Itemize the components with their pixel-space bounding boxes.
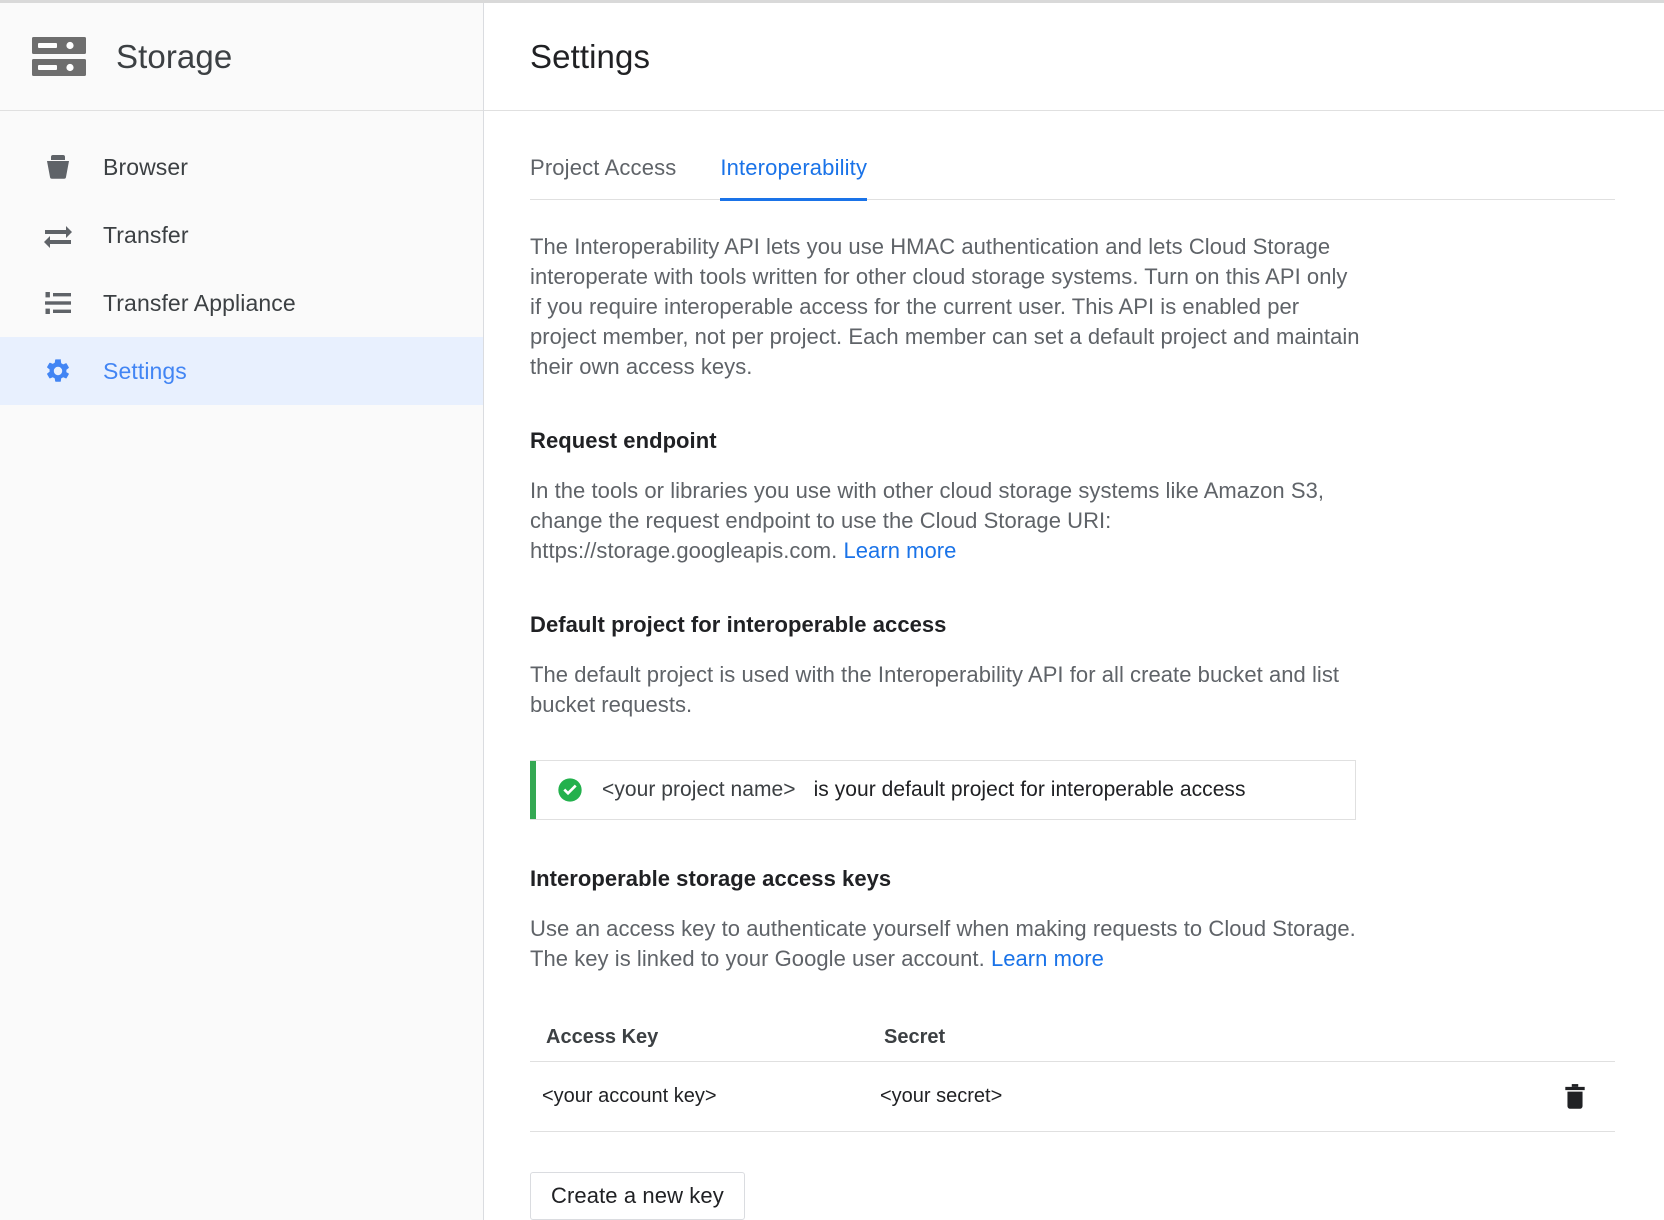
- column-header-access-key: Access Key: [546, 1026, 884, 1049]
- table-header-row: Access Key Secret: [530, 1014, 1615, 1062]
- default-project-banner: <your project name> is your default proj…: [530, 760, 1356, 820]
- default-project-title: Default project for interoperable access: [530, 612, 1618, 638]
- access-keys-body: Use an access key to authenticate yourse…: [530, 914, 1360, 974]
- gear-icon: [41, 354, 75, 388]
- request-endpoint-title: Request endpoint: [530, 428, 1618, 454]
- column-header-secret: Secret: [884, 1026, 1535, 1049]
- storage-icon: [30, 29, 88, 85]
- sidebar-item-browser[interactable]: Browser: [0, 133, 483, 201]
- create-new-key-button[interactable]: Create a new key: [530, 1172, 745, 1220]
- banner-message: is your default project for interoperabl…: [814, 778, 1246, 802]
- bucket-icon: [41, 150, 75, 184]
- table-row: <your account key> <your secret>: [530, 1062, 1615, 1132]
- main-header: Settings: [484, 3, 1664, 111]
- sidebar-item-transfer-appliance[interactable]: Transfer Appliance: [0, 269, 483, 337]
- transfer-arrows-icon: [41, 218, 75, 252]
- banner-accent-bar: [530, 761, 536, 819]
- intro-paragraph: The Interoperability API lets you use HM…: [530, 232, 1360, 382]
- tab-bar: Project Access Interoperability: [530, 111, 1615, 200]
- cell-actions: [1535, 1080, 1615, 1114]
- sidebar-item-label: Transfer Appliance: [103, 290, 296, 317]
- default-project-body: The default project is used with the Int…: [530, 660, 1360, 720]
- page-title: Settings: [530, 38, 650, 76]
- access-keys-learn-more-link[interactable]: Learn more: [991, 946, 1104, 971]
- access-keys-title: Interoperable storage access keys: [530, 866, 1618, 892]
- sidebar-item-transfer[interactable]: Transfer: [0, 201, 483, 269]
- access-keys-table: Access Key Secret <your account key> <yo…: [530, 1014, 1615, 1132]
- sidebar-item-label: Transfer: [103, 222, 189, 249]
- access-keys-text: Use an access key to authenticate yourse…: [530, 916, 1356, 971]
- tab-interoperability[interactable]: Interoperability: [720, 155, 867, 201]
- sidebar-nav: Browser Transfer: [0, 111, 483, 405]
- sidebar: Storage Browser Tr: [0, 3, 484, 1220]
- tab-project-access[interactable]: Project Access: [530, 155, 676, 201]
- main-panel: Settings Project Access Interoperability…: [484, 3, 1664, 1220]
- cell-secret: <your secret>: [880, 1085, 1535, 1108]
- app-root: Storage Browser Tr: [0, 0, 1664, 1220]
- settings-content: The Interoperability API lets you use HM…: [484, 232, 1664, 1220]
- banner-project-name: <your project name>: [602, 778, 796, 802]
- check-circle-icon: [556, 776, 584, 804]
- product-title: Storage: [116, 38, 232, 76]
- cell-access-key: <your account key>: [542, 1085, 880, 1108]
- trash-icon[interactable]: [1558, 1080, 1592, 1114]
- request-endpoint-learn-more-link[interactable]: Learn more: [843, 538, 956, 563]
- sidebar-header: Storage: [0, 3, 483, 111]
- sidebar-item-settings[interactable]: Settings: [0, 337, 483, 405]
- request-endpoint-body: In the tools or libraries you use with o…: [530, 476, 1360, 566]
- sidebar-item-label: Settings: [103, 358, 187, 385]
- sidebar-item-label: Browser: [103, 154, 188, 181]
- list-settings-icon: [41, 286, 75, 320]
